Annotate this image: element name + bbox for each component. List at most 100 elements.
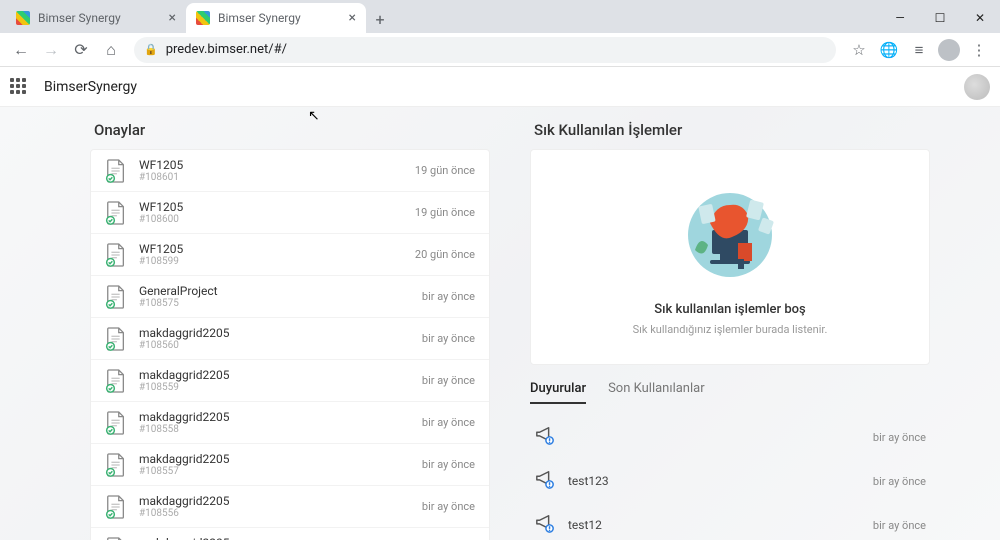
approval-row[interactable]: GeneralProject #108575 bir ay önce [91,276,489,318]
approval-time: 19 gün önce [415,206,475,219]
apps-grid-icon[interactable] [10,78,28,96]
approval-title: WF1205 [139,200,415,214]
document-check-icon [105,285,127,309]
megaphone-info-icon [534,469,556,493]
document-check-icon [105,369,127,393]
forward-button[interactable]: → [38,37,64,63]
approval-title: WF1205 [139,242,415,256]
approval-time: bir ay önce [422,332,475,345]
favicon-icon [16,11,30,25]
frequent-card: Sık kullanılan işlemler boş Sık kullandı… [530,149,930,365]
approval-time: 19 gün önce [415,164,475,177]
approval-row[interactable]: WF1205 #108600 19 gün önce [91,192,489,234]
announcement-title: test12 [568,518,873,532]
approvals-list[interactable]: WF1205 #108601 19 gün önce WF1205 #10860… [90,149,490,540]
announcement-time: bir ay önce [873,475,926,488]
right-column: Sık Kullanılan İşlemler Sık kullanıl [530,121,930,540]
approval-title: WF1205 [139,158,415,172]
approval-id: #108560 [139,340,422,351]
approval-title: GeneralProject [139,284,422,298]
document-check-icon [105,495,127,519]
approval-time: bir ay önce [422,458,475,471]
approval-row[interactable]: WF1205 #108601 19 gün önce [91,150,489,192]
tab-title: Bimser Synergy [218,11,345,25]
approval-row[interactable]: makdaggrid2205 #108557 bir ay önce [91,444,489,486]
frequent-empty-subtitle: Sık kullandığınız işlemler burada listen… [551,323,909,336]
maximize-button[interactable]: ☐ [920,3,960,33]
approval-row[interactable]: makdaggrid2205 #108556 bir ay önce [91,486,489,528]
approval-title: makdaggrid2205 [139,326,422,340]
announcement-title: test123 [568,474,873,488]
readlist-icon[interactable]: ≡ [906,37,932,63]
address-bar[interactable]: 🔒 predev.bimser.net/#/ [134,37,836,63]
approval-row[interactable]: WF1205 #108599 20 gün önce [91,234,489,276]
approval-title: makdaggrid2205 [139,494,422,508]
approval-id: #108575 [139,298,422,309]
secondary-tabs: Duyurular Son Kullanılanlar [530,381,930,405]
approval-time: 20 gün önce [415,248,475,261]
document-check-icon [105,411,127,435]
announcement-row[interactable]: test12 bir ay önce [530,503,930,540]
announcement-row[interactable]: test123 bir ay önce [530,459,930,503]
app-title: BimserSynergy [44,79,137,95]
reload-button[interactable]: ⟳ [68,37,94,63]
browser-toolbar: ← → ⟳ ⌂ 🔒 predev.bimser.net/#/ ☆ 🌐 ≡ ⋮ [0,33,1000,67]
approval-id: #108559 [139,382,422,393]
tab-recent[interactable]: Son Kullanılanlar [608,381,705,404]
tab-title: Bimser Synergy [38,11,165,25]
approval-row[interactable]: makdaggrid2205 #108555 bir ay önce [91,528,489,540]
tab-strip: Bimser Synergy × Bimser Synergy × + ― ☐ … [0,0,1000,33]
approval-time: bir ay önce [422,500,475,513]
content-area: Onaylar WF1205 #108601 19 gün önce WF120… [0,107,1000,540]
translate-icon[interactable]: 🌐 [876,37,902,63]
approval-id: #108600 [139,214,415,225]
announcement-row[interactable]: bir ay önce [530,415,930,459]
star-icon[interactable]: ☆ [846,37,872,63]
document-check-icon [105,201,127,225]
approval-id: #108557 [139,466,422,477]
document-check-icon [105,243,127,267]
document-check-icon [105,159,127,183]
megaphone-info-icon [534,425,556,449]
browser-tab-active[interactable]: Bimser Synergy × [186,3,366,33]
document-check-icon [105,453,127,477]
approval-time: bir ay önce [422,416,475,429]
approvals-column: Onaylar WF1205 #108601 19 gün önce WF120… [90,121,490,540]
user-avatar[interactable] [964,74,990,100]
frequent-header: Sık Kullanılan İşlemler [530,121,930,139]
announcement-time: bir ay önce [873,519,926,532]
url-text: predev.bimser.net/#/ [166,42,287,57]
menu-icon[interactable]: ⋮ [966,37,992,63]
close-window-button[interactable]: ✕ [960,3,1000,33]
announcement-time: bir ay önce [873,431,926,444]
browser-chrome: Bimser Synergy × Bimser Synergy × + ― ☐ … [0,0,1000,67]
frequent-empty-title: Sık kullanılan işlemler boş [551,302,909,317]
empty-illustration [551,170,909,290]
approval-id: #108601 [139,172,415,183]
window-controls: ― ☐ ✕ [880,3,1000,33]
approvals-header: Onaylar [90,121,490,139]
close-icon[interactable]: × [169,10,176,26]
back-button[interactable]: ← [8,37,34,63]
approval-title: makdaggrid2205 [139,452,422,466]
minimize-button[interactable]: ― [880,3,920,33]
approval-title: makdaggrid2205 [139,410,422,424]
home-button[interactable]: ⌂ [98,37,124,63]
approval-row[interactable]: makdaggrid2205 #108558 bir ay önce [91,402,489,444]
lock-icon: 🔒 [144,43,158,56]
approval-row[interactable]: makdaggrid2205 #108560 bir ay önce [91,318,489,360]
browser-tab[interactable]: Bimser Synergy × [6,3,186,33]
new-tab-button[interactable]: + [366,5,394,33]
close-icon[interactable]: × [349,10,356,26]
announcements-list: bir ay önce test123 bir ay önce test12 b… [530,415,930,540]
tab-announcements[interactable]: Duyurular [530,381,586,404]
document-check-icon [105,537,127,540]
document-check-icon [105,327,127,351]
approval-title: makdaggrid2205 [139,536,422,540]
profile-icon[interactable] [936,37,962,63]
approval-time: bir ay önce [422,290,475,303]
approval-title: makdaggrid2205 [139,368,422,382]
approval-row[interactable]: makdaggrid2205 #108559 bir ay önce [91,360,489,402]
app-header: BimserSynergy [0,67,1000,107]
approval-time: bir ay önce [422,374,475,387]
